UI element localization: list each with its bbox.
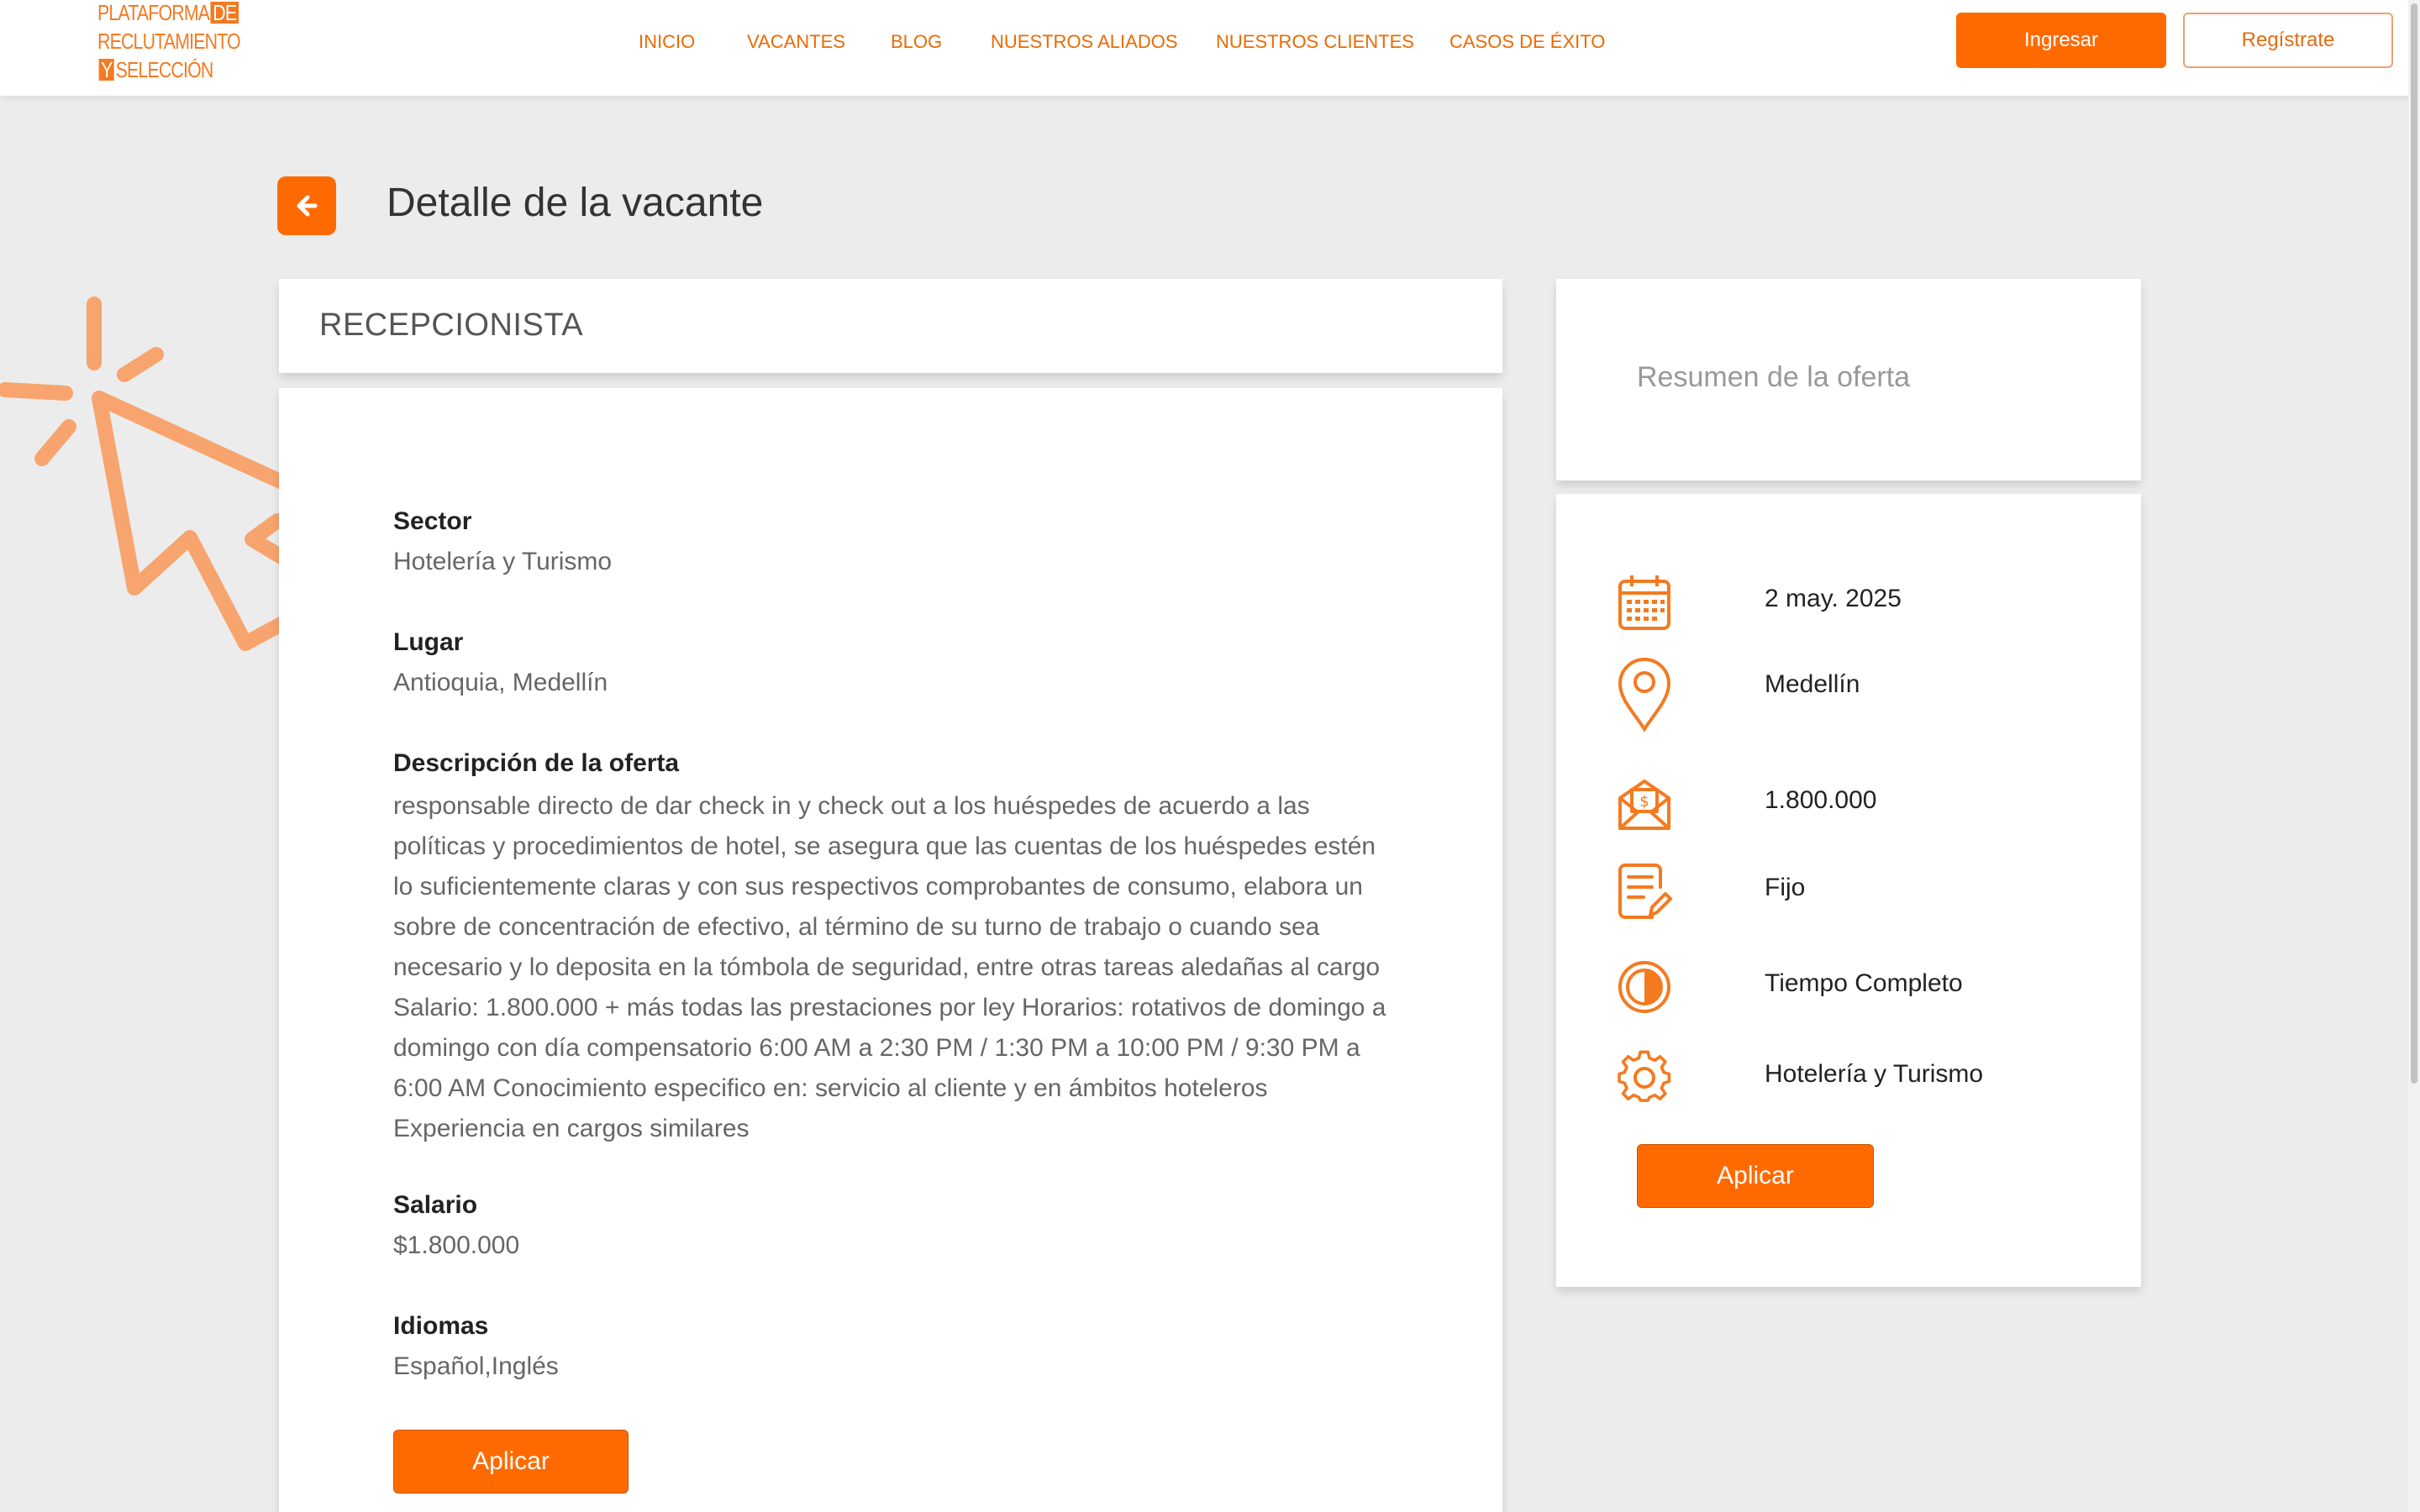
arrow-left-icon	[297, 195, 318, 217]
logo-line2: RECLUTAMIENTO	[97, 29, 241, 54]
gear-icon	[1618, 1050, 1671, 1102]
description-label: Descripción de la oferta	[393, 749, 680, 777]
half-circle-icon	[1618, 961, 1670, 1013]
map-pin-icon	[1618, 658, 1671, 732]
calendar-icon	[1618, 575, 1670, 630]
document-edit-icon	[1618, 864, 1672, 919]
summary-sector-row: Hotelería y Turismo	[1617, 1048, 2121, 1107]
summary-salary-row: $ 1.800.000	[1617, 774, 2121, 833]
summary-contract-row: Fijo	[1617, 862, 2121, 921]
sector-value: Hotelería y Turismo	[393, 548, 613, 575]
logo-line1: PLATAFORMA	[97, 0, 210, 25]
summary-contract: Fijo	[1765, 874, 1806, 901]
job-detail-card: Sector Hotelería y Turismo Lugar Antioqu…	[279, 388, 1502, 1512]
nav-item-blog[interactable]: BLOG	[891, 25, 942, 59]
page-scrollbar[interactable]	[2408, 0, 2420, 1512]
summary-date-row: 2 may. 2025	[1617, 573, 2121, 632]
top-navbar: PLATAFORMA DE RECLUTAMIENTO Y SELECCIÓN IN…	[0, 0, 2420, 96]
brand-logo[interactable]: PLATAFORMA DE RECLUTAMIENTO Y SELECCIÓN	[97, 0, 241, 82]
salary-value: $1.800.000	[393, 1231, 520, 1259]
apply-button[interactable]: Aplicar	[393, 1430, 629, 1494]
place-label: Lugar	[393, 628, 464, 656]
summary-date: 2 may. 2025	[1765, 585, 1902, 612]
job-title-card: RECEPCIONISTA	[279, 279, 1502, 373]
summary-salary: 1.800.000	[1765, 786, 1877, 814]
logo-line3: SELECCIÓN	[115, 57, 214, 82]
salary-label: Salario	[393, 1191, 478, 1219]
nav-item-inicio[interactable]: INICIO	[639, 25, 695, 59]
description-text: responsable directo de dar check in y ch…	[393, 792, 1386, 1142]
summary-city-row: Medellín	[1617, 657, 2121, 732]
summary-card: 2 may. 2025 Medellín $ 1.800.000 Fijo Ti…	[1556, 494, 2141, 1287]
money-envelope-icon: $	[1618, 780, 1670, 830]
summary-sector: Hotelería y Turismo	[1765, 1060, 1984, 1088]
sector-label: Sector	[393, 507, 472, 535]
nav-item-aliados[interactable]: NUESTROS ALIADOS	[991, 25, 1178, 59]
svg-text:$: $	[1639, 793, 1649, 811]
summary-heading: Resumen de la oferta	[1637, 361, 1911, 393]
back-button[interactable]	[277, 176, 336, 235]
page-title: Detalle de la vacante	[387, 181, 764, 225]
summary-schedule-row: Tiempo Completo	[1617, 958, 2121, 1016]
languages-label: Idiomas	[393, 1312, 489, 1340]
place-value: Antioquia, Medellín	[393, 669, 608, 696]
logo-y: Y	[98, 59, 114, 81]
nav-item-clientes[interactable]: NUESTROS CLIENTES	[1216, 25, 1414, 59]
nav-item-casos-exito[interactable]: CASOS DE ÉXITO	[1449, 25, 1605, 59]
logo-de: DE	[210, 2, 239, 24]
summary-city: Medellín	[1765, 670, 1860, 698]
languages-value: Español,Inglés	[393, 1352, 559, 1380]
login-button[interactable]: Ingresar	[1956, 13, 2166, 68]
register-button[interactable]: Regístrate	[2183, 13, 2393, 68]
summary-header-card: Resumen de la oferta	[1556, 279, 2141, 480]
nav-item-vacantes[interactable]: VACANTES	[747, 25, 845, 59]
scrollbar-thumb[interactable]	[2411, 3, 2417, 1084]
job-title: RECEPCIONISTA	[319, 307, 584, 343]
summary-schedule: Tiempo Completo	[1765, 969, 1963, 997]
summary-apply-button[interactable]: Aplicar	[1637, 1144, 1874, 1208]
click-cursor-decoration-icon	[0, 297, 286, 651]
